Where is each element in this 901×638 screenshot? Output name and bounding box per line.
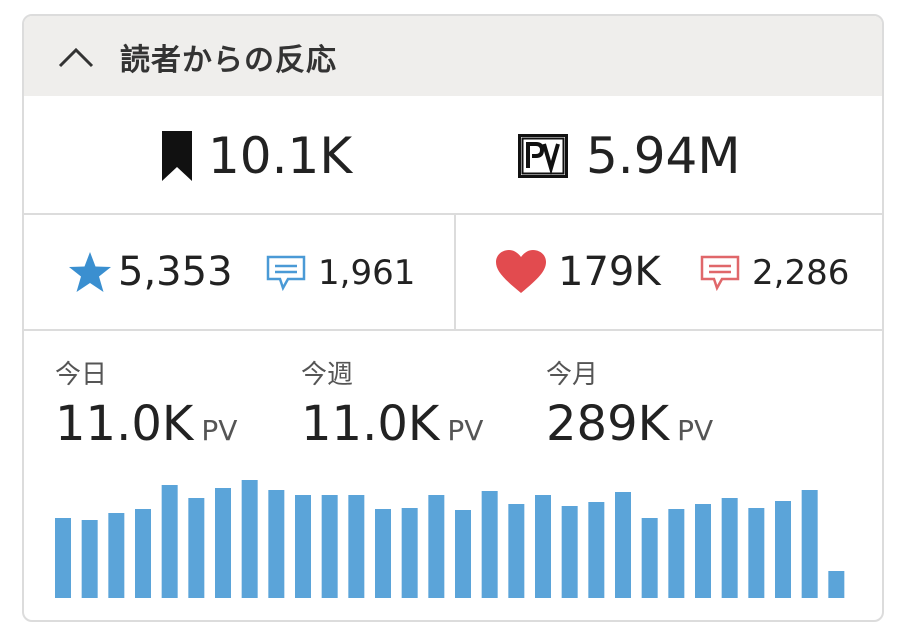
heart-comment-stat[interactable]: 2,286 <box>700 253 849 293</box>
chart-bar[interactable] <box>55 518 71 598</box>
chart-bar[interactable] <box>81 520 98 598</box>
chart-bar[interactable] <box>161 485 178 598</box>
period-month: 今月 289K PV <box>546 358 713 459</box>
heart-icon <box>496 250 546 293</box>
chart-bar[interactable] <box>215 488 231 598</box>
chart-bar[interactable] <box>721 498 738 598</box>
chart-bar[interactable] <box>481 491 498 598</box>
chart-bar[interactable] <box>188 498 205 598</box>
period-today: 今日 11.0K PV <box>55 358 237 459</box>
period-label: 今月 <box>546 360 599 390</box>
chart-bar[interactable] <box>321 495 338 598</box>
pv-icon <box>518 134 568 178</box>
chart-bar[interactable] <box>295 495 311 598</box>
star-comment-count: 1,961 <box>318 253 416 293</box>
chart-bar[interactable] <box>748 508 765 598</box>
period-unit: PV <box>677 414 714 447</box>
pageview-count: 5.94M <box>586 127 741 185</box>
chart-bar[interactable] <box>535 495 551 598</box>
column-divider <box>454 215 456 329</box>
reader-reactions-card: 読者からの反応 10.1K 5.94M 5,353 1,961 179K 2,2… <box>22 14 884 622</box>
period-value: 11.0K PV <box>301 396 483 459</box>
comment-icon <box>266 255 306 292</box>
star-stat[interactable]: 5,353 <box>66 249 233 295</box>
chart-bar[interactable] <box>801 490 818 598</box>
chart-bar[interactable] <box>241 480 258 598</box>
period-number: 11.0K <box>55 396 194 452</box>
star-icon <box>69 252 111 292</box>
chart-bar[interactable] <box>348 495 365 598</box>
reactions-row: 5,353 1,961 179K 2,286 <box>24 215 882 331</box>
reactions-header[interactable]: 読者からの反応 <box>24 16 882 96</box>
bookmark-icon <box>162 131 192 181</box>
chart-bar[interactable] <box>455 510 471 598</box>
period-value: 289K PV <box>546 396 713 459</box>
chart-bar[interactable] <box>108 513 125 598</box>
chart-bar[interactable] <box>641 518 658 598</box>
heart-comment-count: 2,286 <box>752 253 850 293</box>
totals-row: 10.1K 5.94M <box>24 96 882 215</box>
chart-bar[interactable] <box>561 506 578 598</box>
chart-bar[interactable] <box>135 509 151 598</box>
chart-bar[interactable] <box>375 509 391 598</box>
heart-stat[interactable]: 179K <box>494 249 661 295</box>
section-title: 読者からの反応 <box>120 43 337 78</box>
chart-bar[interactable] <box>588 502 605 598</box>
chart-bar[interactable] <box>828 571 845 598</box>
star-count: 5,353 <box>118 249 233 295</box>
period-unit: PV <box>447 414 484 447</box>
period-number: 11.0K <box>301 396 440 452</box>
heart-count: 179K <box>558 249 661 295</box>
chart-bar[interactable] <box>268 490 285 598</box>
bookmark-stat[interactable]: 10.1K <box>160 126 352 186</box>
chart-bar[interactable] <box>401 508 418 598</box>
pageview-stat[interactable]: 5.94M <box>518 126 740 186</box>
period-unit: PV <box>201 414 238 447</box>
chart-bar[interactable] <box>508 504 525 598</box>
chevron-up-icon[interactable] <box>56 42 96 72</box>
star-comment-stat[interactable]: 1,961 <box>266 253 415 293</box>
comment-icon <box>700 255 740 292</box>
period-label: 今日 <box>55 360 108 390</box>
chart-bar[interactable] <box>615 492 631 598</box>
chart-bar[interactable] <box>428 495 445 598</box>
period-value: 11.0K PV <box>55 396 237 459</box>
chart-bar[interactable] <box>775 501 791 598</box>
period-number: 289K <box>546 396 670 452</box>
period-label: 今週 <box>301 360 354 390</box>
bookmark-count: 10.1K <box>208 127 353 185</box>
chart-bar[interactable] <box>668 509 685 598</box>
chart-bar[interactable] <box>695 504 711 598</box>
daily-pv-bar-chart <box>55 480 845 598</box>
period-week: 今週 11.0K PV <box>301 358 483 459</box>
